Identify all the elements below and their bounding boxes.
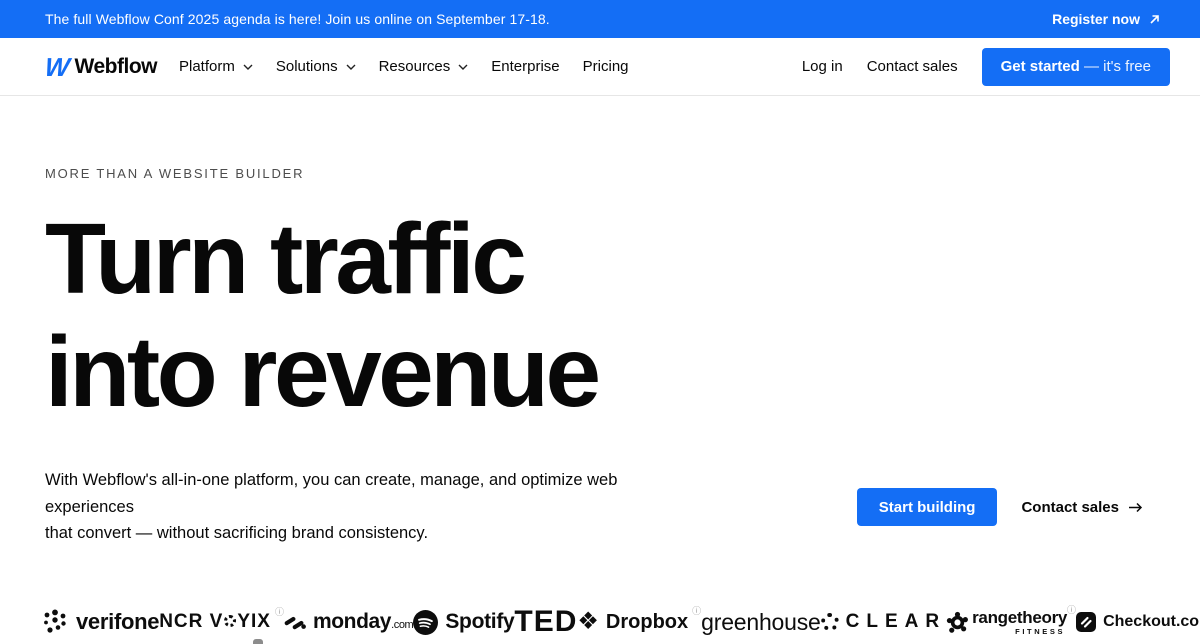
hero-description-line1: With Webflow's all-in-one platform, you … [45, 467, 685, 520]
logo-orangetheory: rangetheory FITNESS ⓘ [946, 609, 1076, 636]
register-now-link[interactable]: Register now [1052, 11, 1160, 27]
verifone-dots-icon [42, 609, 69, 636]
partial-next-section-element [253, 639, 263, 644]
nav-item-label: Resources [379, 58, 451, 75]
brand-name: Webflow [75, 55, 157, 79]
login-link[interactable]: Log in [802, 58, 843, 75]
monday-bars-icon [284, 614, 306, 631]
logo-ted: TED [514, 605, 577, 639]
hero-bottom-row: With Webflow's all-in-one platform, you … [45, 467, 1155, 547]
logo-checkout: Checkout.com [1076, 612, 1200, 632]
nav-item-label: Platform [179, 58, 235, 75]
logo-monday: monday.com [284, 610, 413, 634]
spotify-wordmark: Spotify [445, 610, 514, 634]
hero-heading-line2: into revenue [45, 316, 1155, 429]
logo-dropbox: ❖ Dropbox ⓘ [577, 610, 701, 634]
webflow-mark-icon: W [44, 54, 69, 80]
dropbox-wordmark: Dropbox [606, 611, 688, 634]
monday-suffix: .com [391, 619, 413, 631]
chevron-down-icon [346, 64, 356, 70]
register-now-label: Register now [1052, 11, 1140, 27]
checkout-icon [1076, 612, 1096, 632]
announcement-banner: The full Webflow Conf 2025 agenda is her… [0, 0, 1200, 38]
nav-item-pricing[interactable]: Pricing [583, 52, 629, 81]
nav-item-solutions[interactable]: Solutions [276, 52, 356, 81]
monday-main: monday [313, 610, 391, 633]
logo-clear: CLEAR [821, 611, 946, 633]
ted-wordmark: TED [514, 605, 577, 639]
logo-greenhouse: greenhouse [701, 609, 821, 636]
logo-spotify: Spotify [413, 610, 514, 635]
ncr-pre: NCR V [159, 611, 223, 632]
ncr-post: YIX [237, 611, 271, 632]
get-started-suffix: — it's free [1080, 58, 1151, 75]
dropbox-icon: ❖ [577, 610, 599, 634]
hero-description: With Webflow's all-in-one platform, you … [45, 467, 685, 547]
info-icon: ⓘ [692, 604, 701, 617]
monday-wordmark: monday.com [313, 610, 413, 634]
nav-links: Platform Solutions Resources Enterprise … [179, 52, 629, 81]
ncr-wordmark: NCR V YIX [159, 611, 271, 633]
orangetheory-sub: FITNESS [1015, 628, 1067, 636]
nav-item-label: Solutions [276, 58, 338, 75]
greenhouse-wordmark: greenhouse [701, 609, 821, 636]
hero-section: MORE THAN A WEBSITE BUILDER Turn traffic… [0, 166, 1200, 547]
logo-ncr-voyix: NCR VYIX ⓘ [159, 611, 284, 633]
nav-actions: Log in Contact sales Get started — it's … [802, 48, 1170, 86]
contact-sales-link[interactable]: Contact sales [1021, 499, 1143, 516]
contact-sales-nav-link[interactable]: Contact sales [867, 58, 958, 75]
nav-item-label: Enterprise [491, 58, 559, 75]
clear-wordmark: CLEAR [846, 611, 946, 633]
info-icon: ⓘ [275, 605, 284, 618]
start-building-button[interactable]: Start building [857, 488, 998, 526]
get-started-label: Get started [1001, 58, 1080, 75]
get-started-button[interactable]: Get started — it's free [982, 48, 1170, 86]
clear-dotted-circle-icon [821, 613, 839, 631]
verifone-wordmark: verifone [76, 609, 159, 635]
chevron-down-icon [458, 64, 468, 70]
hero-eyebrow: MORE THAN A WEBSITE BUILDER [45, 166, 1155, 181]
orangetheory-main: rangetheory [972, 609, 1067, 626]
nav-item-label: Pricing [583, 58, 629, 75]
nav-item-resources[interactable]: Resources [379, 52, 469, 81]
arrow-up-right-icon [1149, 14, 1160, 25]
chevron-down-icon [243, 64, 253, 70]
contact-sales-label: Contact sales [1021, 499, 1119, 516]
arrow-right-icon [1128, 502, 1143, 513]
nav-item-platform[interactable]: Platform [179, 52, 253, 81]
hero-heading-line1: Turn traffic [45, 203, 1155, 316]
info-icon: ⓘ [1067, 603, 1076, 616]
logo-verifone: verifone [42, 609, 159, 636]
main-nav: W Webflow Platform Solutions Resources E… [0, 38, 1200, 96]
hero-cta-row: Start building Contact sales [857, 488, 1155, 526]
hero-heading: Turn traffic into revenue [45, 203, 1155, 429]
spotify-icon [413, 610, 438, 635]
webflow-logo[interactable]: W Webflow [45, 54, 157, 80]
orangetheory-wordmark: rangetheory FITNESS [972, 609, 1067, 636]
nav-item-enterprise[interactable]: Enterprise [491, 52, 559, 81]
ncr-dotted-o-icon [224, 615, 236, 627]
hero-description-line2: that convert — without sacrificing brand… [45, 520, 685, 547]
customer-logo-bar: verifone NCR V YIX ⓘ monday.com Spotify T… [0, 601, 1200, 643]
orangetheory-splat-icon [946, 611, 969, 634]
announcement-message: The full Webflow Conf 2025 agenda is her… [45, 11, 550, 27]
checkout-wordmark: Checkout.com [1103, 613, 1200, 631]
